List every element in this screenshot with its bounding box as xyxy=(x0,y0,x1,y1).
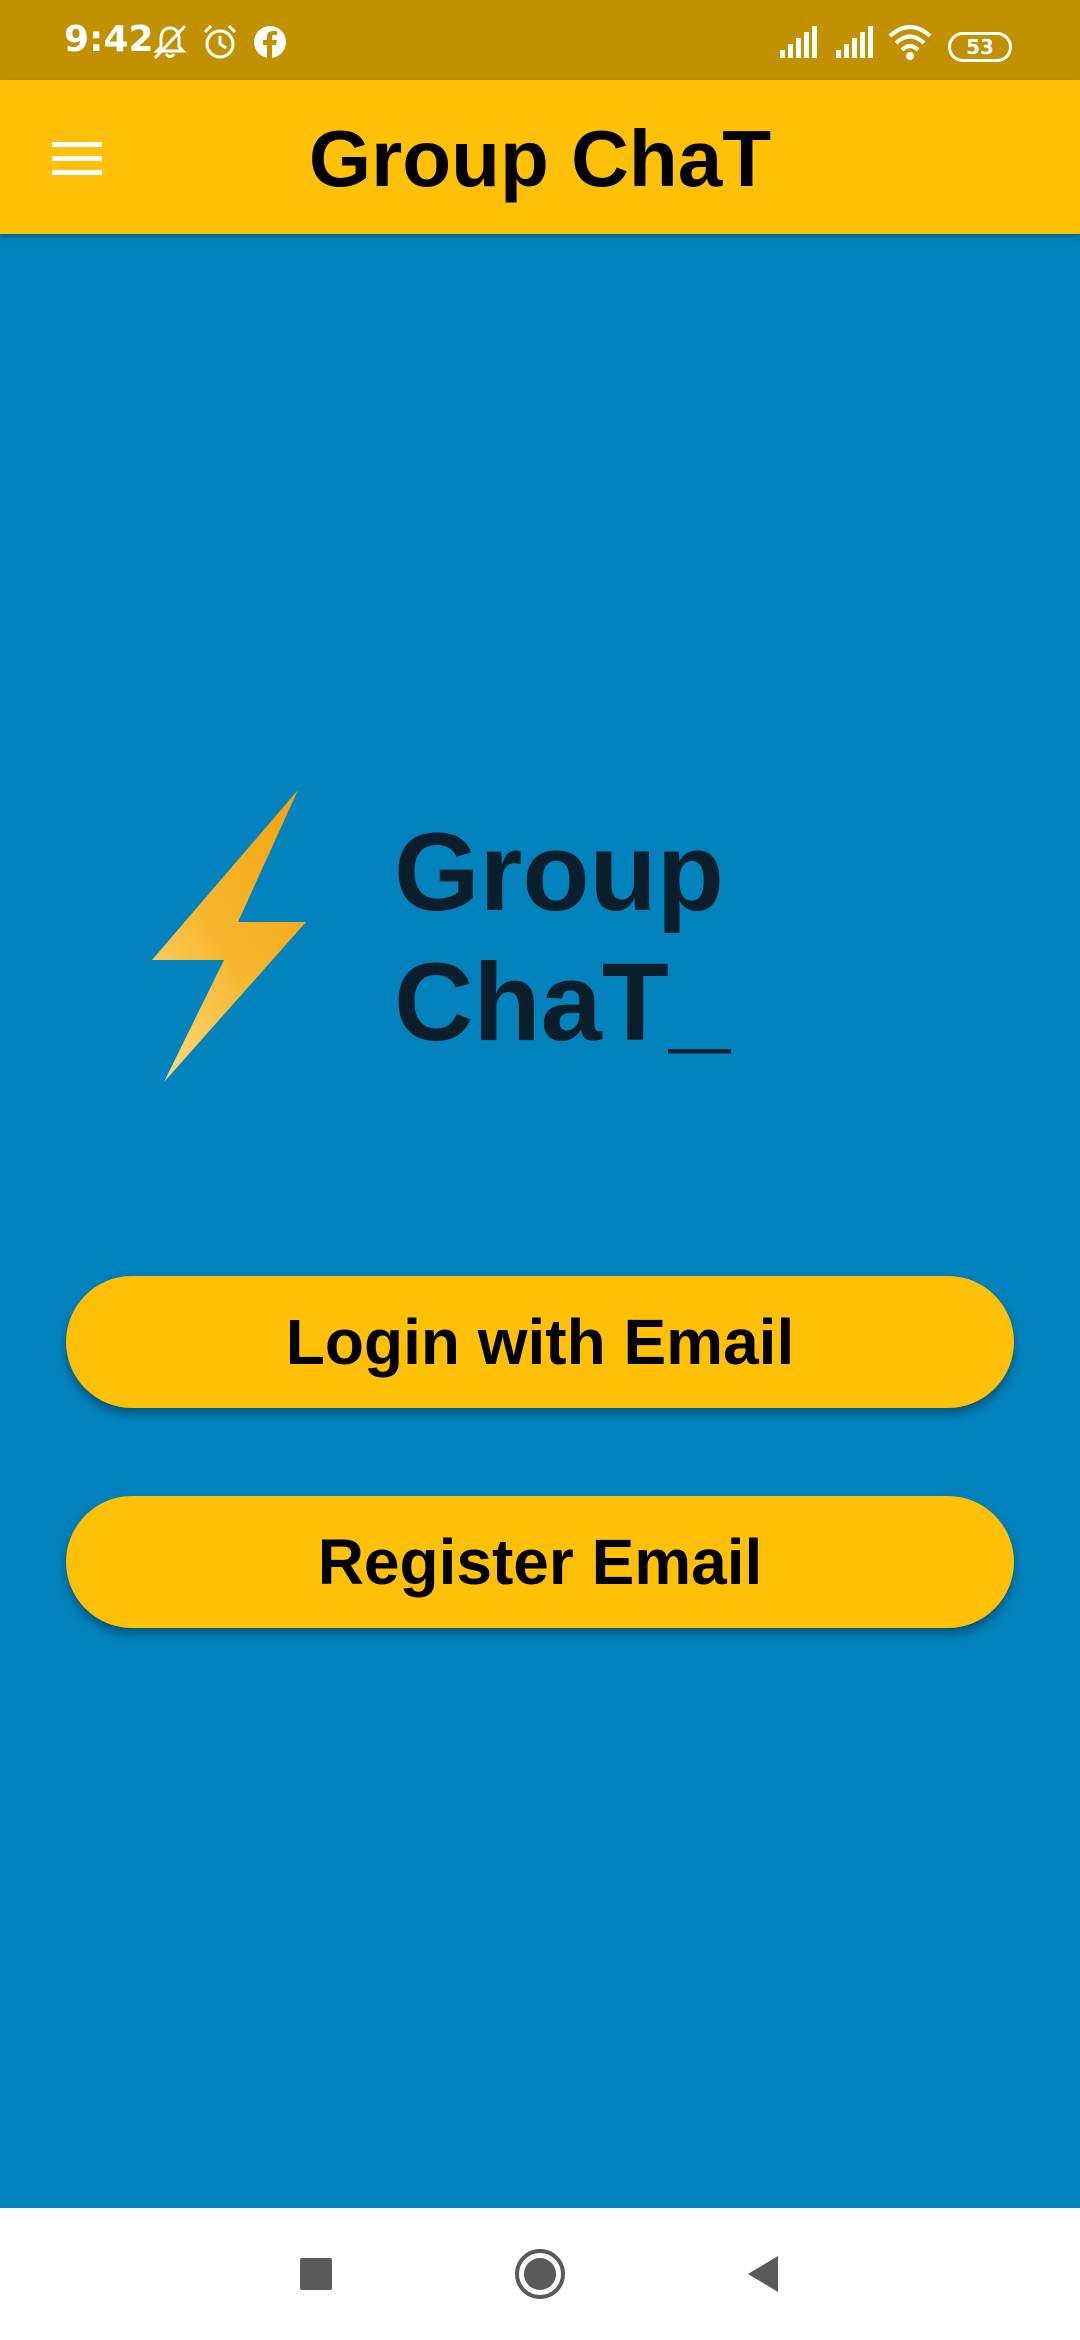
status-time: 9:42 xyxy=(64,19,154,60)
navigation-bar xyxy=(0,2208,1080,2340)
facebook-icon xyxy=(254,26,286,58)
screen: 9:42 53 Group ChaT Group ChaT_ Login wit… xyxy=(0,0,1080,2340)
mute-icon xyxy=(153,24,187,60)
battery-icon: 53 xyxy=(948,32,1012,62)
home-icon[interactable] xyxy=(510,2244,570,2304)
signal-icon xyxy=(780,26,817,58)
logo-text: Group ChaT_ xyxy=(394,808,730,1068)
alarm-icon xyxy=(203,24,237,59)
lightning-bolt-icon xyxy=(152,790,306,1082)
app-title: Group ChaT xyxy=(308,114,772,203)
login-with-email-button[interactable]: Login with Email xyxy=(66,1276,1014,1408)
recent-apps-icon[interactable] xyxy=(286,2244,346,2304)
logo-text-line1: Group xyxy=(394,811,724,934)
wifi-icon xyxy=(888,25,932,60)
back-icon[interactable] xyxy=(734,2244,794,2304)
logo-text-line2: ChaT_ xyxy=(394,941,731,1064)
status-bar: 9:42 53 xyxy=(0,0,1080,80)
app-bar: Group ChaT xyxy=(0,80,1080,234)
register-email-button[interactable]: Register Email xyxy=(66,1496,1014,1628)
signal-icon xyxy=(836,26,873,58)
